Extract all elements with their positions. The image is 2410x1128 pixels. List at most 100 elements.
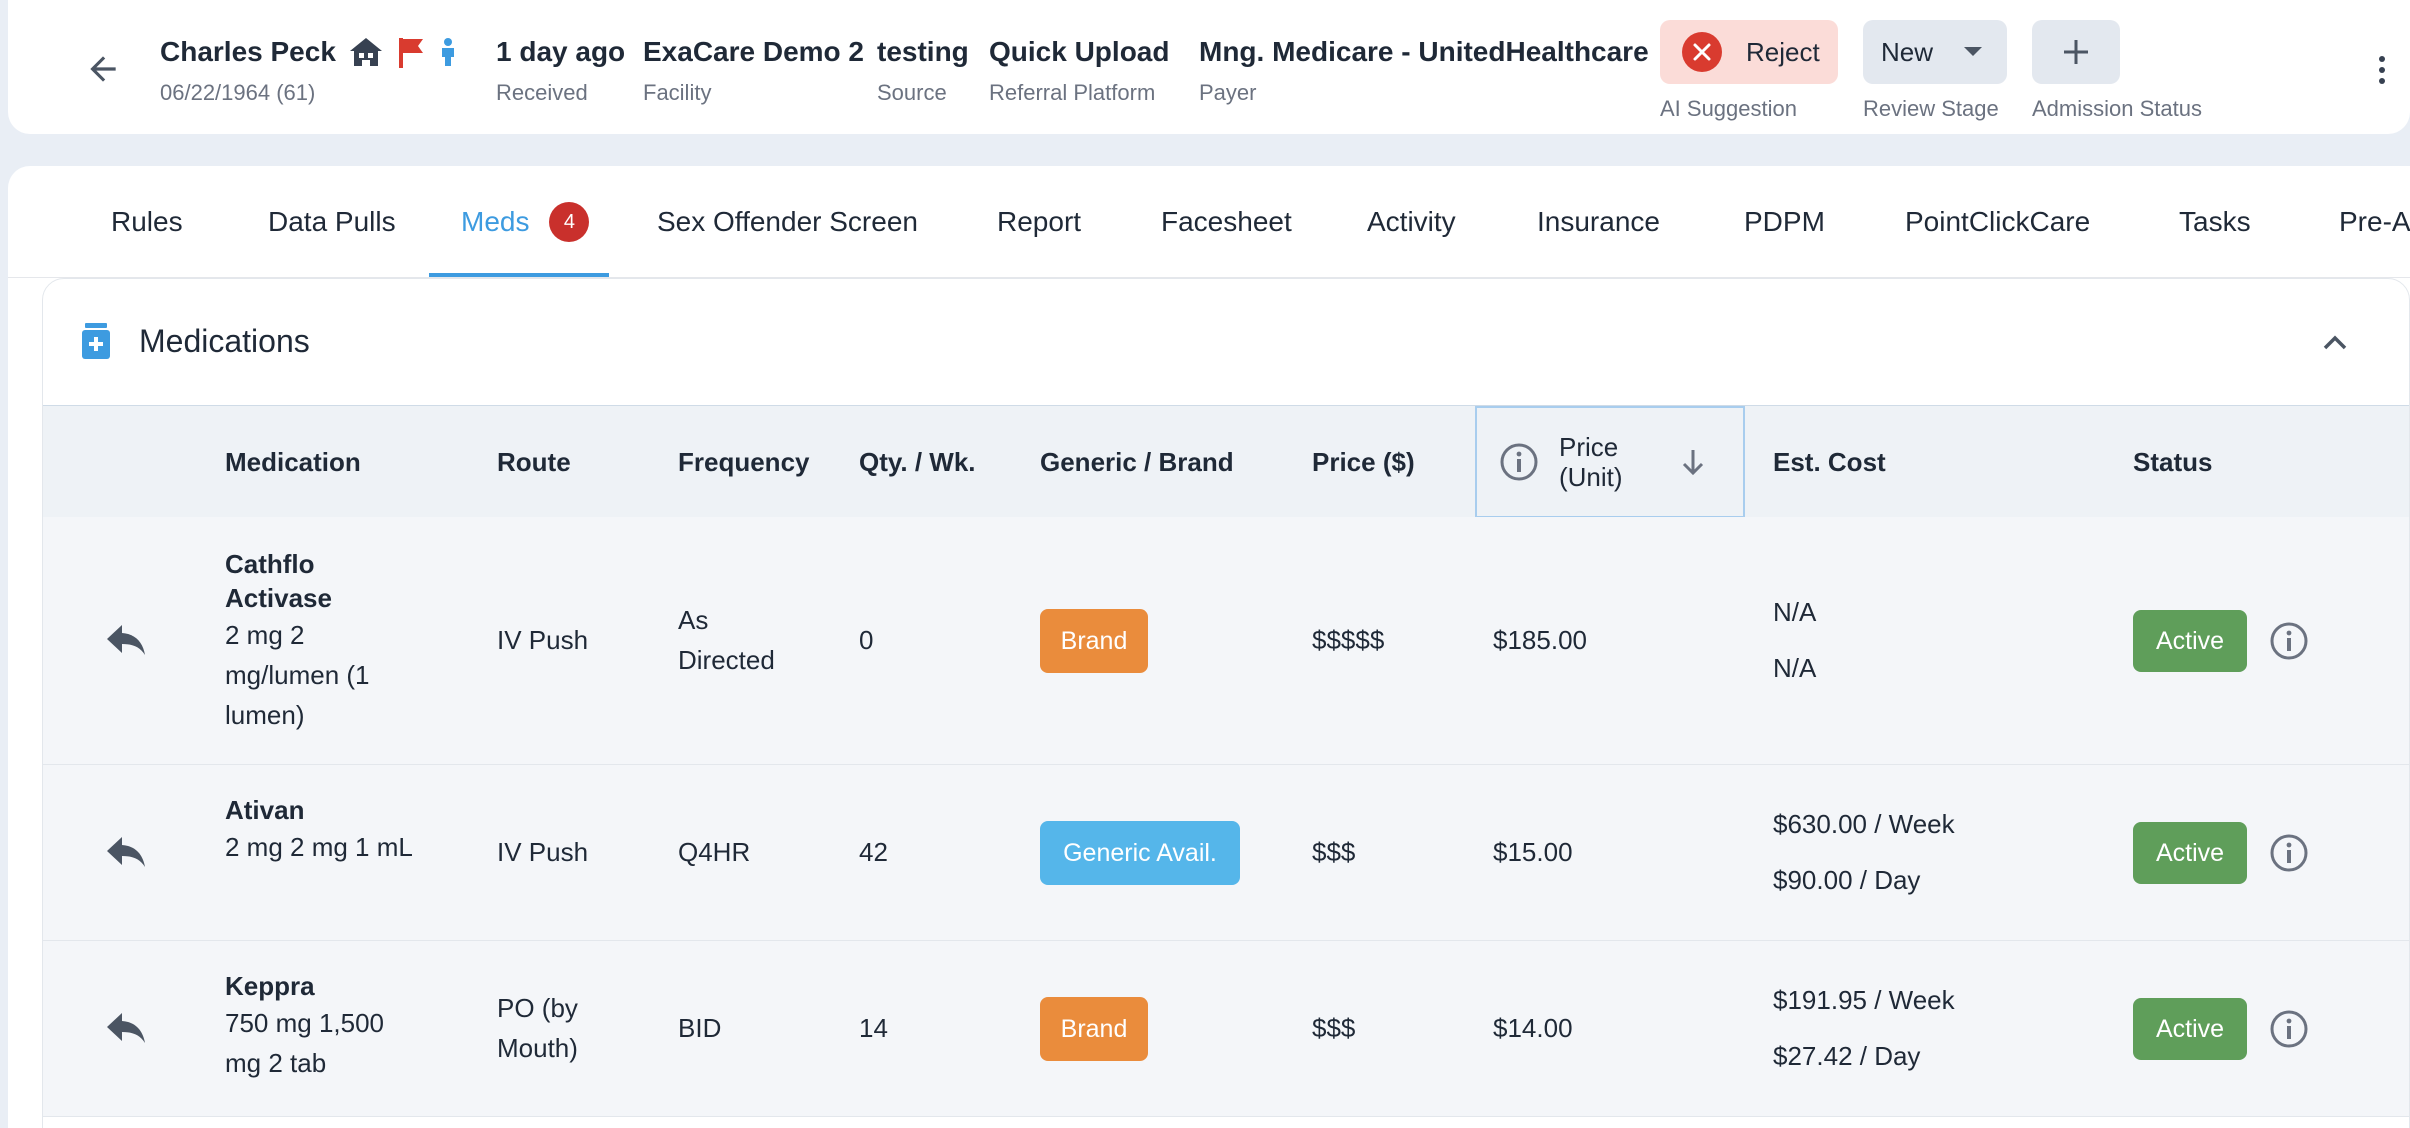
- review-stage-label: Review Stage: [1863, 96, 1999, 121]
- tab-facesheet[interactable]: Facesheet: [1161, 166, 1292, 277]
- admission-status: Admission Status: [2032, 20, 2202, 122]
- source-meta: testing Source: [877, 34, 969, 106]
- ai-suggestion-label: AI Suggestion: [1660, 96, 1797, 121]
- unit-price-cell: $185.00: [1493, 625, 1587, 655]
- column-frequency[interactable]: Frequency: [678, 406, 810, 518]
- chevron-up-icon[interactable]: [2315, 323, 2355, 363]
- reject-label: Reject: [1746, 36, 1820, 67]
- admission-status-label: Admission Status: [2032, 96, 2202, 121]
- medication-dose: 2 mg 2 mg/lumen (1 lumen): [225, 620, 370, 730]
- payer-label: Payer: [1199, 80, 1257, 105]
- tab-rules[interactable]: Rules: [111, 166, 183, 277]
- info-icon[interactable]: [1499, 442, 1539, 482]
- column-est-cost[interactable]: Est. Cost: [1773, 406, 1886, 518]
- person-icon: [441, 38, 454, 66]
- price-cell: $$$: [1312, 837, 1356, 867]
- table-header: Medication Route Frequency Qty. / Wk. Ge…: [43, 405, 2409, 518]
- tab-report[interactable]: Report: [997, 166, 1081, 277]
- patient-name[interactable]: Charles Peck: [160, 36, 336, 68]
- facility-meta: ExaCare Demo 2 Facility: [643, 34, 864, 106]
- price-cell: $$$: [1312, 1013, 1356, 1043]
- column-price[interactable]: Price ($): [1312, 406, 1415, 518]
- tab-meds-label: Meds: [461, 206, 530, 237]
- est-cost-week: N/A: [1773, 597, 1817, 627]
- plus-icon: [2064, 40, 2088, 64]
- tab-data-pulls[interactable]: Data Pulls: [268, 166, 396, 277]
- tab-meds[interactable]: Meds 4: [461, 166, 590, 277]
- patient-info: Charles Peck 06/22/1964 (61): [160, 34, 458, 106]
- frequency-cell: As Directed: [678, 605, 775, 675]
- received-label: Received: [496, 80, 588, 105]
- close-circle-icon: [1682, 32, 1722, 72]
- route-cell: PO (by Mouth): [497, 993, 578, 1063]
- patient-header: Charles Peck 06/22/1964 (61) 1 day ago R…: [8, 0, 2410, 134]
- table-row[interactable]: Cathflo Activase 2 mg 2 mg/lumen (1 lume…: [43, 517, 2409, 765]
- reject-button[interactable]: Reject: [1660, 20, 1838, 84]
- facility-value: ExaCare Demo 2: [643, 36, 865, 67]
- info-icon[interactable]: [2269, 1009, 2309, 1049]
- reply-icon[interactable]: [105, 835, 147, 869]
- active-tab-indicator: [429, 273, 609, 277]
- medication-dose: 750 mg 1,500 mg 2 tab: [225, 1008, 385, 1078]
- status-badge[interactable]: Active: [2133, 822, 2247, 884]
- back-button[interactable]: [80, 46, 126, 92]
- medication-name: Cathflo Activase: [225, 549, 332, 613]
- add-admission-status-button[interactable]: [2032, 20, 2120, 84]
- info-icon[interactable]: [2269, 621, 2309, 661]
- est-cost-day: $27.42 / Day: [1773, 1041, 1921, 1071]
- tab-insurance[interactable]: Insurance: [1537, 166, 1660, 277]
- review-stage-value: New: [1881, 36, 1934, 67]
- medications-header: Medications: [43, 279, 2409, 405]
- route-cell: IV Push: [497, 625, 589, 655]
- brand-badge: Brand: [1040, 609, 1148, 673]
- table-row[interactable]: Ativan 2 mg 2 mg 1 mL IV Push Q4HR 42 Ge…: [43, 765, 2409, 941]
- column-price-unit[interactable]: Price (Unit): [1475, 406, 1745, 518]
- price-cell: $$$$$: [1312, 625, 1385, 655]
- status-badge[interactable]: Active: [2133, 998, 2247, 1060]
- medications-title: Medications: [139, 323, 310, 359]
- tab-tasks[interactable]: Tasks: [2179, 166, 2251, 277]
- medication-cell: Ativan 2 mg 2 mg 1 mL: [225, 793, 415, 867]
- medication-name: Keppra: [225, 971, 315, 1001]
- tab-pdpm[interactable]: PDPM: [1744, 166, 1825, 277]
- sort-arrow-down-icon[interactable]: [1679, 447, 1707, 477]
- referral-platform-label: Referral Platform: [989, 80, 1156, 105]
- status-badge[interactable]: Active: [2133, 610, 2247, 672]
- column-qty-per-week[interactable]: Qty. / Wk.: [859, 406, 976, 518]
- unit-price-cell: $15.00: [1493, 837, 1573, 867]
- column-medication[interactable]: Medication: [225, 406, 361, 518]
- received-meta: 1 day ago Received: [496, 34, 625, 106]
- tab-activity[interactable]: Activity: [1367, 166, 1456, 277]
- column-route[interactable]: Route: [497, 406, 571, 518]
- frequency-cell: BID: [678, 1013, 722, 1043]
- caret-down-icon: [1964, 47, 1983, 56]
- column-status[interactable]: Status: [2133, 406, 2212, 518]
- route-cell: IV Push: [497, 837, 589, 867]
- est-cost-week: $191.95 / Week: [1773, 985, 1955, 1015]
- column-generic-brand[interactable]: Generic / Brand: [1040, 406, 1234, 518]
- source-value: testing: [877, 36, 969, 67]
- tab-pointclickcare[interactable]: PointClickCare: [1905, 166, 2090, 277]
- more-options-icon[interactable]: [2372, 50, 2392, 90]
- reply-icon[interactable]: [105, 1011, 147, 1045]
- tab-pre-admission[interactable]: Pre-A: [2339, 166, 2410, 277]
- tab-bar: Rules Data Pulls Meds 4 Sex Offender Scr…: [8, 166, 2410, 278]
- medication-bottle-icon: [82, 323, 110, 359]
- medication-name: Ativan: [225, 795, 305, 825]
- qty-cell: 42: [859, 837, 888, 867]
- info-icon[interactable]: [2269, 833, 2309, 873]
- received-value: 1 day ago: [496, 36, 626, 67]
- ai-suggestion: Reject AI Suggestion: [1660, 20, 1838, 122]
- review-stage-dropdown[interactable]: New: [1863, 20, 2007, 84]
- table-row[interactable]: Keppra 750 mg 1,500 mg 2 tab PO (by Mout…: [43, 941, 2409, 1117]
- unit-price-cell: $14.00: [1493, 1013, 1573, 1043]
- medication-cell: Keppra 750 mg 1,500 mg 2 tab: [225, 969, 425, 1083]
- reply-icon[interactable]: [105, 623, 147, 657]
- tab-sex-offender-screen[interactable]: Sex Offender Screen: [657, 166, 918, 277]
- referral-platform-value: Quick Upload: [989, 36, 1170, 67]
- referral-platform-meta: Quick Upload Referral Platform: [989, 34, 1169, 106]
- qty-cell: 0: [859, 625, 874, 655]
- facility-label: Facility: [643, 80, 712, 105]
- house-icon: [349, 38, 382, 66]
- medication-cell: Cathflo Activase 2 mg 2 mg/lumen (1 lume…: [225, 547, 425, 735]
